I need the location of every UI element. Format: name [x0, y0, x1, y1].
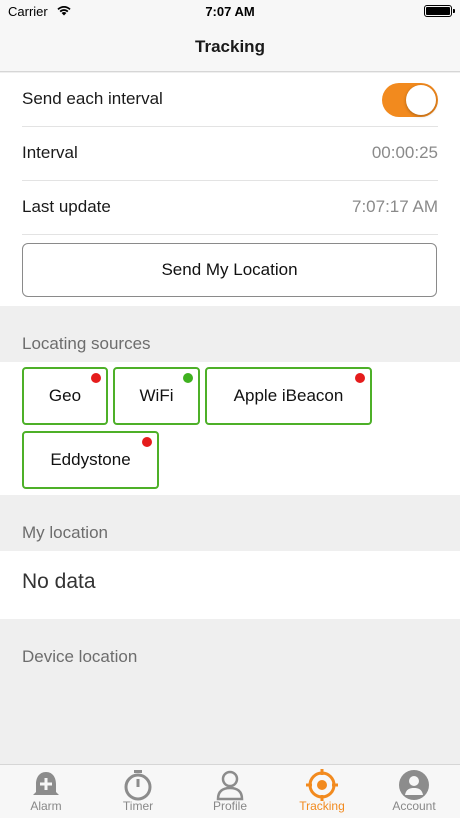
last-update-label: Last update: [22, 197, 111, 216]
tab-account[interactable]: Account: [368, 765, 460, 818]
send-each-interval-toggle[interactable]: [382, 83, 438, 117]
page-title: Tracking: [0, 22, 460, 72]
tab-label: Tracking: [299, 799, 345, 813]
status-time: 7:07 AM: [205, 4, 255, 19]
alarm-bell-icon: [33, 772, 59, 795]
my-location-value: No data: [22, 570, 96, 593]
source-chip-wifi[interactable]: WiFi: [113, 367, 200, 425]
tab-tracking[interactable]: Tracking: [276, 765, 368, 818]
status-dot-red: [142, 437, 152, 447]
source-chip-label: Apple iBeacon: [233, 386, 344, 405]
tab-label: Profile: [212, 799, 247, 813]
tab-label: Alarm: [30, 799, 62, 813]
tab-label: Timer: [122, 799, 154, 813]
interval-label: Interval: [22, 143, 78, 162]
tab-timer[interactable]: Timer: [92, 765, 184, 818]
status-dot-red: [91, 373, 101, 383]
account-circle-icon: [399, 770, 429, 800]
send-each-interval-row: Send each interval: [22, 73, 438, 127]
target-icon: [306, 769, 338, 801]
status-dot-red: [355, 373, 365, 383]
my-location-header: My location: [22, 523, 108, 542]
tab-label: Account: [392, 799, 436, 813]
battery-icon: [424, 5, 455, 17]
last-update-row: Last update 7:07:17 AM: [22, 181, 438, 235]
status-bar: Carrier 7:07 AM: [0, 0, 460, 22]
source-chip-apple-ibeacon[interactable]: Apple iBeacon: [205, 367, 372, 425]
source-chip-label: Eddystone: [50, 450, 131, 469]
send-each-interval-label: Send each interval: [22, 89, 163, 108]
toggle-knob: [406, 85, 436, 115]
person-icon: [216, 770, 244, 801]
device-location-header: Device location: [22, 647, 138, 666]
source-chip-label: WiFi: [139, 386, 174, 405]
stopwatch-icon: [124, 770, 152, 801]
source-chip-geo[interactable]: Geo: [22, 367, 108, 425]
locating-sources-header: Locating sources: [22, 334, 151, 353]
interval-value: 00:00:25: [371, 143, 438, 162]
source-chip-label: Geo: [48, 386, 82, 405]
send-my-location-button[interactable]: Send My Location: [22, 243, 437, 297]
tab-profile[interactable]: Profile: [184, 765, 276, 818]
interval-row[interactable]: Interval 00:00:25: [22, 127, 438, 181]
locating-sources-section: Geo WiFi Apple iBeacon Eddystone: [0, 362, 460, 495]
tab-alarm[interactable]: Alarm: [0, 765, 92, 818]
source-chip-eddystone[interactable]: Eddystone: [22, 431, 159, 489]
last-update-value: 7:07:17 AM: [351, 197, 438, 216]
status-dot-green: [183, 373, 193, 383]
tab-bar: Alarm Timer Profile Tracking Account: [0, 764, 460, 818]
